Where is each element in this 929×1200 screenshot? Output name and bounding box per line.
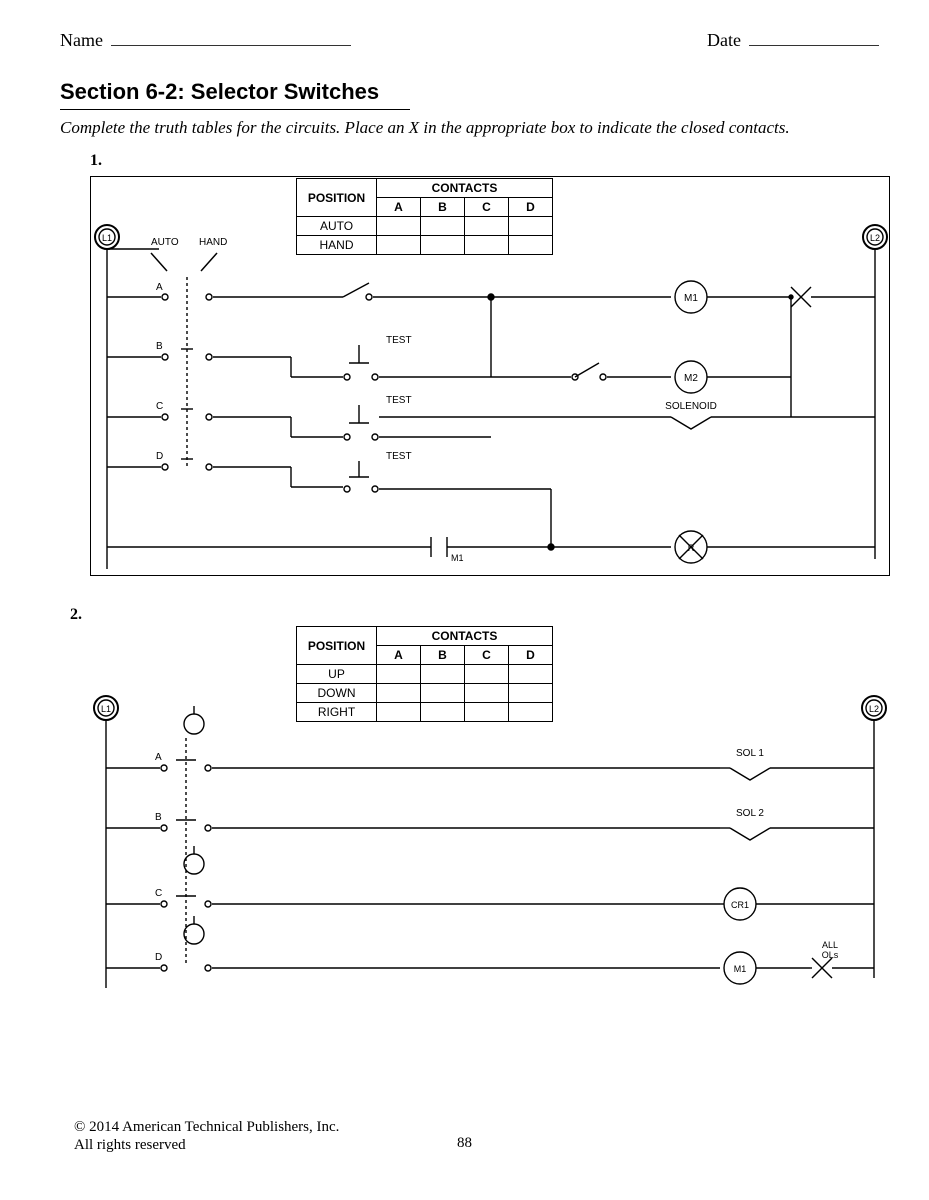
q2-th-position: POSITION bbox=[297, 627, 377, 665]
q2-truth-table[interactable]: POSITION CONTACTS A B C D UP DOWN RIGHT bbox=[296, 626, 553, 722]
question-1: 1. POSITION CONTACTS A B C D AUTO HAND bbox=[60, 152, 899, 576]
q1-cell-auto-c[interactable] bbox=[465, 217, 509, 236]
q1-cell-auto-b[interactable] bbox=[421, 217, 465, 236]
svg-text:AUTO: AUTO bbox=[151, 237, 179, 248]
q1-cell-auto-a[interactable] bbox=[377, 217, 421, 236]
q1-cell-hand-a[interactable] bbox=[377, 236, 421, 255]
svg-text:HAND: HAND bbox=[199, 237, 227, 248]
q2-th-contacts: CONTACTS bbox=[377, 627, 553, 646]
svg-text:L1: L1 bbox=[102, 233, 112, 243]
svg-text:D: D bbox=[155, 952, 162, 963]
svg-text:M2: M2 bbox=[684, 373, 698, 384]
svg-text:TEST: TEST bbox=[386, 451, 412, 462]
q1-row-hand-label: HAND bbox=[297, 236, 377, 255]
q2-cell-right-b[interactable] bbox=[421, 703, 465, 722]
svg-text:M1: M1 bbox=[451, 553, 464, 563]
name-field: Name bbox=[60, 30, 351, 51]
svg-text:A: A bbox=[155, 752, 162, 763]
q1-truth-table[interactable]: POSITION CONTACTS A B C D AUTO HAND bbox=[296, 178, 553, 255]
q2-cell-right-d[interactable] bbox=[509, 703, 553, 722]
q2-cell-down-d[interactable] bbox=[509, 684, 553, 703]
svg-text:SOL 2: SOL 2 bbox=[736, 808, 764, 819]
q2-th-b: B bbox=[421, 646, 465, 665]
q2-row-down: DOWN bbox=[297, 684, 377, 703]
instructions: Complete the truth tables for the circui… bbox=[60, 118, 899, 138]
date-field: Date bbox=[707, 30, 879, 51]
svg-text:OLs: OLs bbox=[822, 950, 839, 960]
copyright: © 2014 American Technical Publishers, In… bbox=[74, 1118, 339, 1136]
q2-cell-up-a[interactable] bbox=[377, 665, 421, 684]
q2-row-up: UP bbox=[297, 665, 377, 684]
name-label: Name bbox=[60, 30, 103, 51]
q2-cell-up-b[interactable] bbox=[421, 665, 465, 684]
svg-text:C: C bbox=[155, 888, 162, 899]
q2-cell-right-a[interactable] bbox=[377, 703, 421, 722]
q1-cell-hand-b[interactable] bbox=[421, 236, 465, 255]
svg-text:CR1: CR1 bbox=[731, 900, 749, 910]
section-rule bbox=[60, 109, 410, 110]
q2-cell-down-c[interactable] bbox=[465, 684, 509, 703]
date-input-line[interactable] bbox=[749, 45, 879, 46]
svg-text:TEST: TEST bbox=[386, 395, 412, 406]
q2-th-c: C bbox=[465, 646, 509, 665]
rights: All rights reserved bbox=[74, 1136, 339, 1154]
footer: © 2014 American Technical Publishers, In… bbox=[74, 1118, 339, 1154]
svg-text:D: D bbox=[156, 451, 163, 462]
question-2: 2. POSITION CONTACTS A B C D UP DOWN RIG… bbox=[60, 606, 899, 1008]
q2-row-right: RIGHT bbox=[297, 703, 377, 722]
svg-text:L2: L2 bbox=[869, 704, 879, 714]
q1-th-a: A bbox=[377, 198, 421, 217]
section-title: Section 6-2: Selector Switches bbox=[60, 79, 899, 107]
svg-text:A: A bbox=[156, 282, 163, 293]
q2-cell-down-a[interactable] bbox=[377, 684, 421, 703]
q2-th-d: D bbox=[509, 646, 553, 665]
q2-th-a: A bbox=[377, 646, 421, 665]
svg-text:L1: L1 bbox=[101, 704, 111, 714]
q1-row-auto-label: AUTO bbox=[297, 217, 377, 236]
svg-text:TEST: TEST bbox=[386, 335, 412, 346]
q1-cell-auto-d[interactable] bbox=[509, 217, 553, 236]
svg-text:M1: M1 bbox=[684, 293, 698, 304]
q1-th-c: C bbox=[465, 198, 509, 217]
q1-th-d: D bbox=[509, 198, 553, 217]
q1-th-contacts: CONTACTS bbox=[377, 179, 553, 198]
svg-text:L2: L2 bbox=[870, 233, 880, 243]
q2-cell-up-c[interactable] bbox=[465, 665, 509, 684]
svg-text:C: C bbox=[156, 401, 163, 412]
q2-cell-right-c[interactable] bbox=[465, 703, 509, 722]
date-label: Date bbox=[707, 30, 741, 51]
q1-cell-hand-d[interactable] bbox=[509, 236, 553, 255]
svg-text:B: B bbox=[156, 341, 163, 352]
name-input-line[interactable] bbox=[111, 45, 351, 46]
q1-number: 1. bbox=[90, 152, 899, 170]
q1-th-position: POSITION bbox=[297, 179, 377, 217]
page-number: 88 bbox=[457, 1135, 472, 1152]
svg-text:R: R bbox=[688, 543, 695, 553]
svg-text:ALL: ALL bbox=[822, 940, 838, 950]
svg-text:SOLENOID: SOLENOID bbox=[665, 401, 717, 412]
q2-cell-up-d[interactable] bbox=[509, 665, 553, 684]
svg-text:SOL 1: SOL 1 bbox=[736, 748, 764, 759]
q1-th-b: B bbox=[421, 198, 465, 217]
q2-cell-down-b[interactable] bbox=[421, 684, 465, 703]
svg-text:M1: M1 bbox=[734, 964, 747, 974]
q1-cell-hand-c[interactable] bbox=[465, 236, 509, 255]
q2-number: 2. bbox=[70, 606, 899, 624]
svg-text:B: B bbox=[155, 812, 162, 823]
